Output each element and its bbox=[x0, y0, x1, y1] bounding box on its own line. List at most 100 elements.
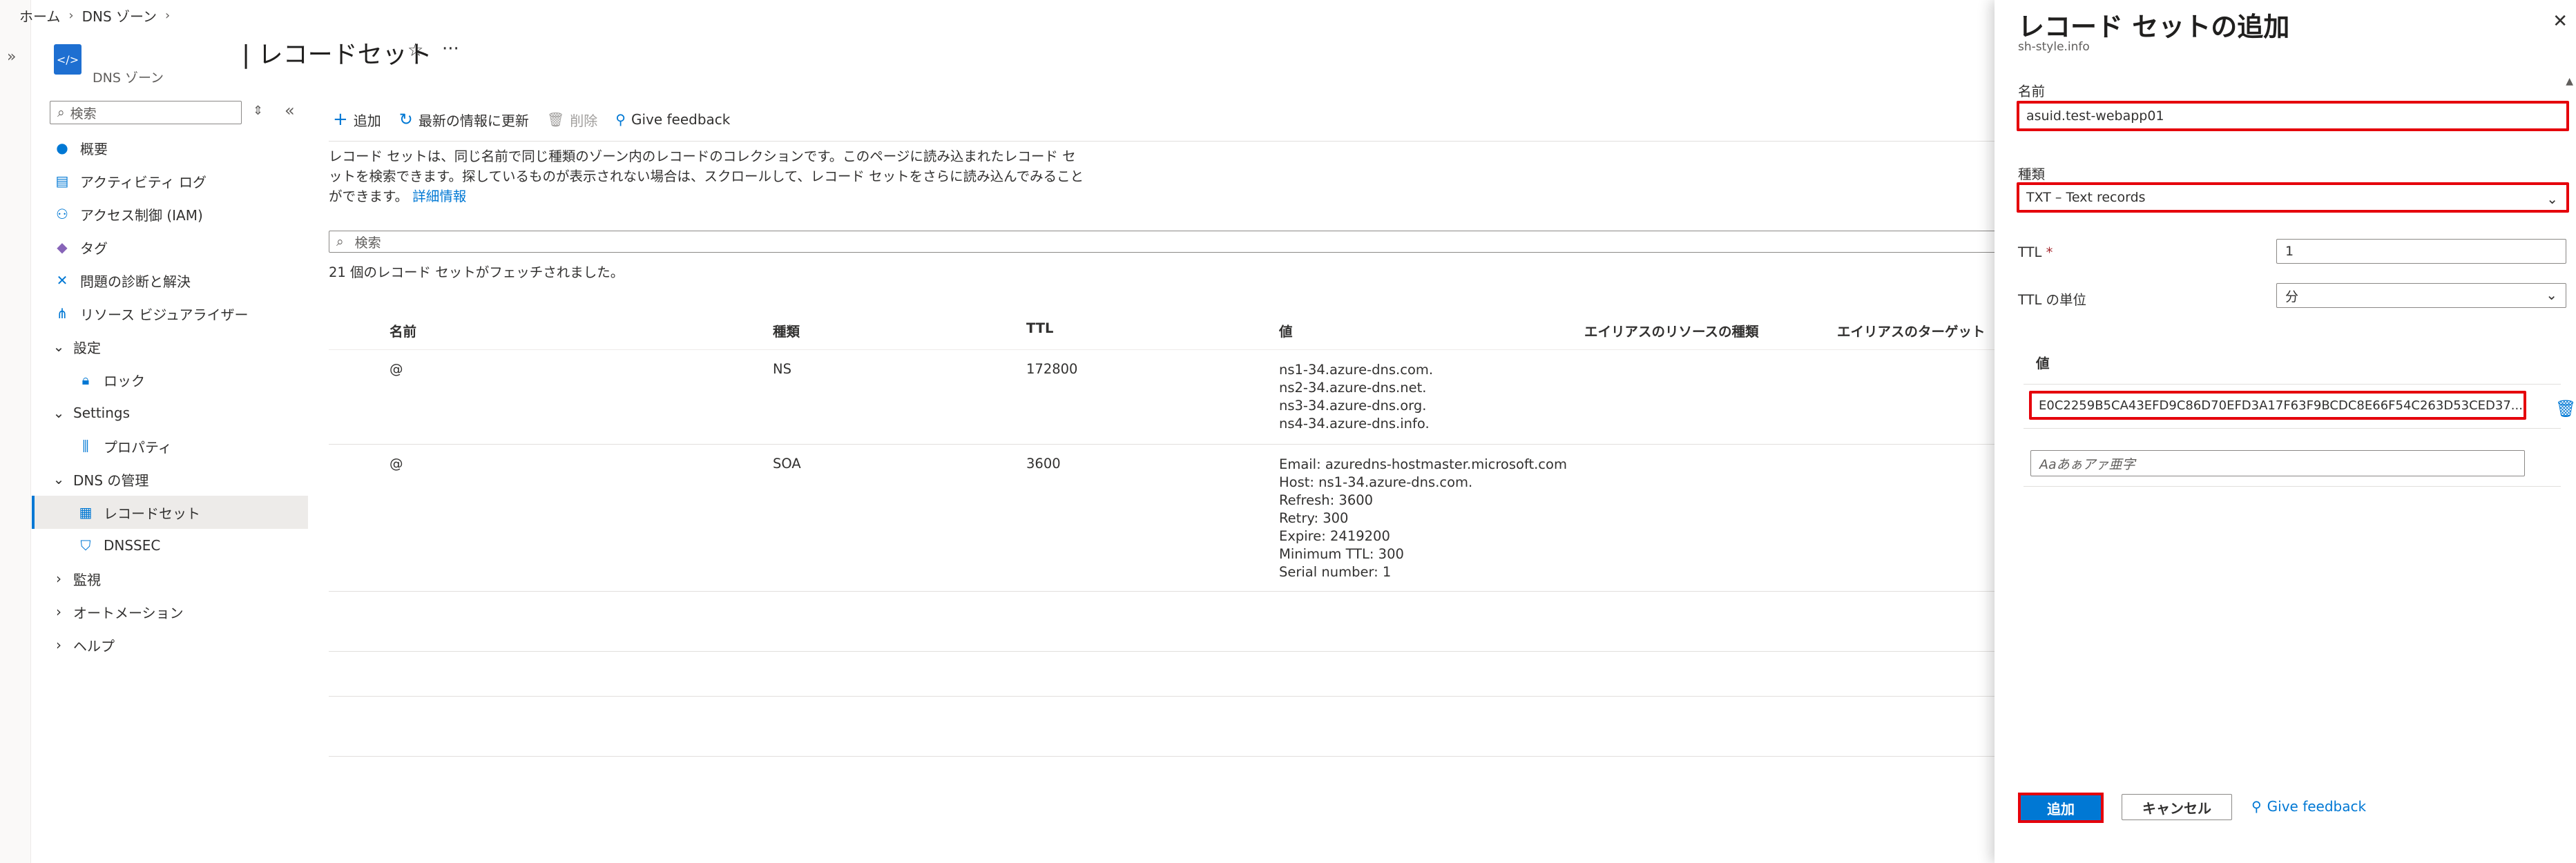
tag-icon: ◆ bbox=[57, 239, 68, 255]
column-header-value[interactable]: 値 bbox=[1279, 320, 1293, 340]
description-line: レコード セットは、同じ名前で同じ種類のゾーン内のレコードのコレクションです。こ… bbox=[329, 148, 1076, 164]
sidebar-item-iam[interactable]: ⚇ アクセス制御 (IAM) bbox=[32, 197, 308, 231]
column-header-ttl[interactable]: TTL bbox=[1026, 320, 1053, 336]
sidebar-item-label: DNS の管理 bbox=[73, 472, 149, 489]
overview-icon: ● bbox=[56, 139, 68, 156]
value-divider bbox=[2024, 486, 2561, 487]
sidebar-item-properties[interactable]: ⫼ プロパティ bbox=[32, 429, 308, 463]
sidebar-group-help[interactable]: › ヘルプ bbox=[32, 628, 308, 661]
trash-icon: 🗑︎ bbox=[546, 111, 565, 128]
cancel-button[interactable]: キャンセル bbox=[2122, 794, 2232, 820]
cell-value-line: ns3-34.azure-dns.org. bbox=[1279, 398, 1427, 414]
scroll-up-icon[interactable]: ▲ bbox=[2566, 76, 2573, 87]
chevron-down-icon: ⌄ bbox=[52, 471, 65, 487]
sidebar-item-label: アクティビティ ログ bbox=[80, 173, 206, 191]
sidebar-item-label: タグ bbox=[80, 240, 108, 257]
table-row-empty bbox=[329, 697, 1996, 757]
delete-button[interactable]: 🗑︎ 削除 bbox=[547, 110, 597, 130]
cell-value-line: Serial number: 1 bbox=[1279, 564, 1392, 580]
sidebar-group-settings[interactable]: ⌄ Settings bbox=[32, 396, 308, 429]
column-header-type[interactable]: 種類 bbox=[773, 320, 800, 340]
feedback-icon: ⚲ bbox=[2251, 798, 2262, 815]
cell-name[interactable]: @ bbox=[390, 456, 403, 472]
sidebar-item-label: DNSSEC bbox=[104, 537, 161, 554]
add-recordset-button[interactable]: 追加 bbox=[2018, 793, 2104, 823]
sidebar-group-settings-jp[interactable]: ⌄ 設定 bbox=[32, 330, 308, 363]
chevron-right-icon: › bbox=[165, 8, 171, 23]
favorite-star-icon[interactable]: ☆ bbox=[407, 40, 423, 61]
close-icon[interactable]: ✕ bbox=[2553, 11, 2568, 32]
diagnose-icon: ✕ bbox=[56, 272, 68, 289]
new-value-input[interactable]: Aaあぁアァ亜字 bbox=[2030, 450, 2525, 476]
collapse-sidebar-icon[interactable]: « bbox=[285, 101, 295, 120]
give-feedback-button[interactable]: ⚲ Give feedback bbox=[615, 111, 730, 128]
add-button-label: 追加 bbox=[353, 112, 381, 129]
sidebar-item-dnssec[interactable]: ⛉ DNSSEC bbox=[32, 529, 308, 562]
delete-value-icon[interactable]: 🗑︎ bbox=[2555, 399, 2576, 418]
value-input[interactable]: E0C2259B5CA43EFD9C86D70EFD3A17F63F9BCDC8… bbox=[2029, 391, 2526, 420]
sidebar-item-recordsets[interactable]: ▦ レコードセット bbox=[32, 496, 308, 529]
more-options-icon[interactable]: ··· bbox=[442, 39, 459, 59]
sidebar-item-label: アクセス制御 (IAM) bbox=[80, 206, 203, 224]
add-button[interactable]: + 追加 bbox=[333, 109, 381, 130]
grid-header: 名前 種類 TTL 値 エイリアスのリソースの種類 エイリアスのターゲット bbox=[329, 315, 1996, 350]
value-list: 値 E0C2259B5CA43EFD9C86D70EFD3A17F63F9BCD… bbox=[2024, 349, 2576, 487]
table-row-empty bbox=[329, 592, 1996, 652]
learn-more-link[interactable]: 詳細情報 bbox=[412, 188, 466, 204]
ttl-unit-dropdown[interactable]: 分 ⌄ bbox=[2276, 283, 2566, 308]
chevron-down-icon: ⌄ bbox=[52, 405, 65, 421]
cell-value-line: Minimum TTL: 300 bbox=[1279, 546, 1404, 562]
sort-icon[interactable]: ⇕ bbox=[253, 104, 263, 118]
table-row-empty bbox=[329, 652, 1996, 697]
column-header-alias-target[interactable]: エイリアスのターゲット bbox=[1837, 320, 1986, 340]
cell-value-line: ns2-34.azure-dns.net. bbox=[1279, 380, 1427, 396]
cell-values: ns1-34.azure-dns.com. ns2-34.azure-dns.n… bbox=[1279, 361, 1433, 433]
type-dropdown[interactable]: TXT – Text records ⌄ bbox=[2017, 182, 2569, 213]
sidebar-group-automation[interactable]: › オートメーション bbox=[32, 595, 308, 628]
breadcrumb-dns-zone[interactable]: DNS ゾーン bbox=[82, 6, 157, 26]
name-label: 名前 bbox=[2018, 84, 2046, 99]
table-row[interactable]: @ NS 172800 ns1-34.azure-dns.com. ns2-34… bbox=[329, 350, 1996, 445]
required-asterisk: * bbox=[2046, 244, 2053, 260]
cell-ttl: 172800 bbox=[1026, 361, 1078, 377]
sidebar-item-tags[interactable]: ◆ タグ bbox=[32, 231, 308, 264]
sidebar-item-lock[interactable]: 🔒︎ ロック bbox=[32, 363, 308, 396]
panel-give-feedback-link[interactable]: ⚲ Give feedback bbox=[2251, 798, 2366, 815]
name-input[interactable]: asuid.test-webapp01 bbox=[2017, 101, 2569, 131]
recordset-grid: 名前 種類 TTL 値 エイリアスのリソースの種類 エイリアスのターゲット @ … bbox=[329, 315, 1996, 757]
sidebar-group-dns-management[interactable]: ⌄ DNS の管理 bbox=[32, 463, 308, 496]
sidebar-item-activity-log[interactable]: ▤ アクティビティ ログ bbox=[32, 164, 308, 197]
resource-type: DNS ゾーン bbox=[93, 70, 164, 86]
type-label: 種類 bbox=[2018, 166, 2046, 182]
command-bar: + 追加 ↻ 最新の情報に更新 🗑︎ 削除 ⚲ Give feedback bbox=[333, 109, 730, 130]
sidebar-item-label: Settings bbox=[73, 405, 131, 421]
cell-name[interactable]: @ bbox=[390, 361, 403, 377]
column-header-name[interactable]: 名前 bbox=[390, 320, 416, 340]
refresh-button[interactable]: ↻ 最新の情報に更新 bbox=[399, 110, 529, 130]
chevron-down-icon: ⌄ bbox=[52, 338, 65, 355]
panel-feedback-label: Give feedback bbox=[2267, 798, 2367, 815]
expand-menu-icon[interactable]: » bbox=[7, 48, 16, 66]
cell-value-line: Retry: 300 bbox=[1279, 510, 1349, 526]
dnssec-icon: ⛉ bbox=[80, 537, 91, 554]
recordset-search-input[interactable]: ⌕ 検索 bbox=[329, 231, 1996, 253]
visualizer-icon: ⋔ bbox=[56, 305, 68, 322]
search-icon: ⌕ bbox=[57, 105, 65, 120]
sidebar-search-input[interactable]: ⌕ 検索 bbox=[50, 101, 242, 124]
cell-values: Email: azuredns-hostmaster.microsoft.com… bbox=[1279, 456, 1567, 581]
cell-type: NS bbox=[773, 361, 791, 377]
breadcrumb-home[interactable]: ホーム bbox=[19, 6, 60, 26]
sidebar-item-label: リソース ビジュアライザー bbox=[80, 306, 249, 323]
sidebar-item-diagnose[interactable]: ✕ 問題の診断と解決 bbox=[32, 264, 308, 297]
cell-value-line: Refresh: 3600 bbox=[1279, 492, 1374, 508]
sidebar-item-visualizer[interactable]: ⋔ リソース ビジュアライザー bbox=[32, 297, 308, 330]
sidebar-item-label: レコードセット bbox=[104, 505, 200, 522]
cell-value-line: Host: ns1-34.azure-dns.com. bbox=[1279, 474, 1473, 490]
sidebar-group-monitoring[interactable]: › 監視 bbox=[32, 562, 308, 595]
column-header-alias-type[interactable]: エイリアスのリソースの種類 bbox=[1584, 320, 1759, 340]
table-row[interactable]: @ SOA 3600 Email: azuredns-hostmaster.mi… bbox=[329, 445, 1996, 592]
refresh-icon: ↻ bbox=[398, 110, 413, 129]
sidebar-item-overview[interactable]: ● 概要 bbox=[32, 131, 308, 164]
ttl-input[interactable]: 1 bbox=[2276, 239, 2566, 264]
chevron-down-icon: ⌄ bbox=[2546, 191, 2558, 207]
